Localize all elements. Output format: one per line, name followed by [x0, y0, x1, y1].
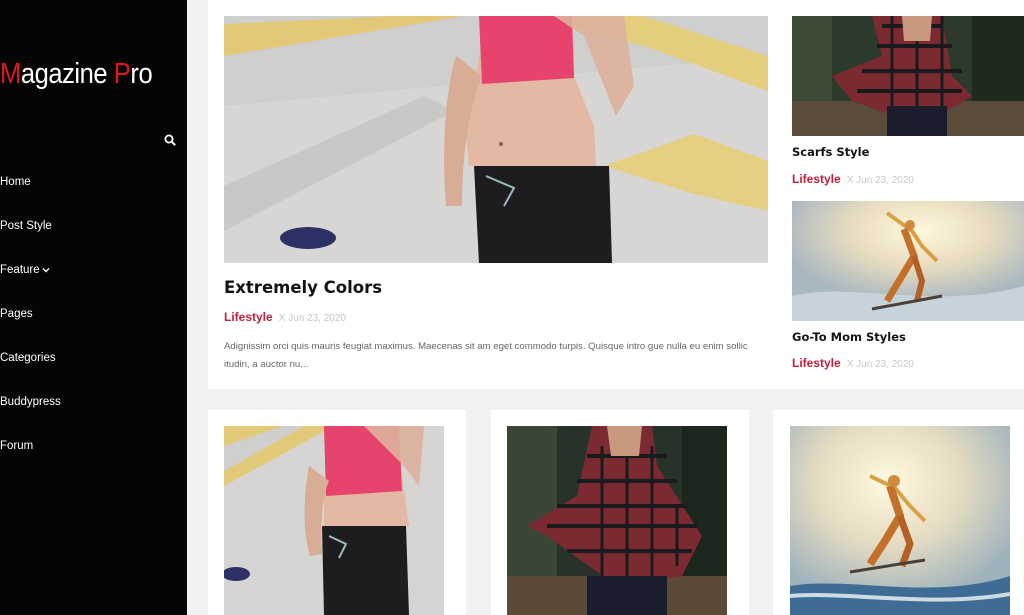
post-date: X Jun 23, 2020 — [846, 359, 914, 370]
chevron-down-icon — [42, 267, 50, 273]
nav-item-home[interactable]: Home — [0, 170, 61, 214]
nav-label: Pages — [0, 308, 33, 320]
main-nav: Home Post Style Feature Pages Categories… — [0, 170, 61, 478]
nav-label: Feature — [0, 264, 40, 276]
nav-item-pages[interactable]: Pages — [0, 302, 61, 346]
nav-label: Post Style — [0, 220, 52, 232]
featured-post-excerpt: Adignissim orci quis mauris feugiat maxi… — [224, 341, 748, 370]
featured-post-image[interactable] — [224, 16, 768, 263]
category-link[interactable]: Lifestyle — [224, 310, 273, 324]
nav-label: Buddypress — [0, 396, 61, 408]
nav-label: Home — [0, 176, 31, 188]
side-post-image[interactable] — [792, 201, 1024, 321]
nav-label: Categories — [0, 352, 56, 364]
side-post-meta: Lifestyle X Jun 23, 2020 — [792, 172, 914, 186]
logo-text-agazine: agazine — [20, 58, 114, 90]
search-icon[interactable] — [162, 132, 178, 148]
post-card-image[interactable] — [790, 426, 1010, 615]
post-card-image[interactable] — [224, 426, 444, 615]
side-post-image[interactable] — [792, 16, 1024, 136]
side-post-title[interactable]: Scarfs Style — [792, 145, 869, 159]
post-card-image[interactable] — [507, 426, 727, 615]
featured-post-meta: Lifestyle X Jun 23, 2020 — [224, 310, 346, 324]
side-post-meta: Lifestyle X Jun 23, 2020 — [792, 356, 914, 370]
post-date: X Jun 23, 2020 — [846, 175, 914, 186]
nav-item-post-style[interactable]: Post Style — [0, 214, 61, 258]
logo-text-ro: ro — [130, 58, 153, 90]
nav-label: Forum — [0, 440, 34, 452]
nav-item-categories[interactable]: Categories — [0, 346, 61, 390]
sidebar: Magazine Pro Home Post Style Feature Pag… — [0, 0, 187, 615]
category-link[interactable]: Lifestyle — [792, 172, 841, 186]
nav-item-feature[interactable]: Feature — [0, 258, 61, 302]
category-link[interactable]: Lifestyle — [792, 356, 841, 370]
post-date: X Jun 23, 2020 — [278, 313, 346, 324]
nav-item-buddypress[interactable]: Buddypress — [0, 390, 61, 434]
featured-post-title[interactable]: Extremely Colors — [224, 278, 382, 297]
site-logo[interactable]: Magazine Pro — [0, 58, 153, 91]
logo-letter-p: P — [113, 58, 131, 90]
side-post-title[interactable]: Go-To Mom Styles — [792, 330, 906, 344]
logo-letter-m: M — [0, 58, 21, 90]
nav-item-forum[interactable]: Forum — [0, 434, 61, 478]
